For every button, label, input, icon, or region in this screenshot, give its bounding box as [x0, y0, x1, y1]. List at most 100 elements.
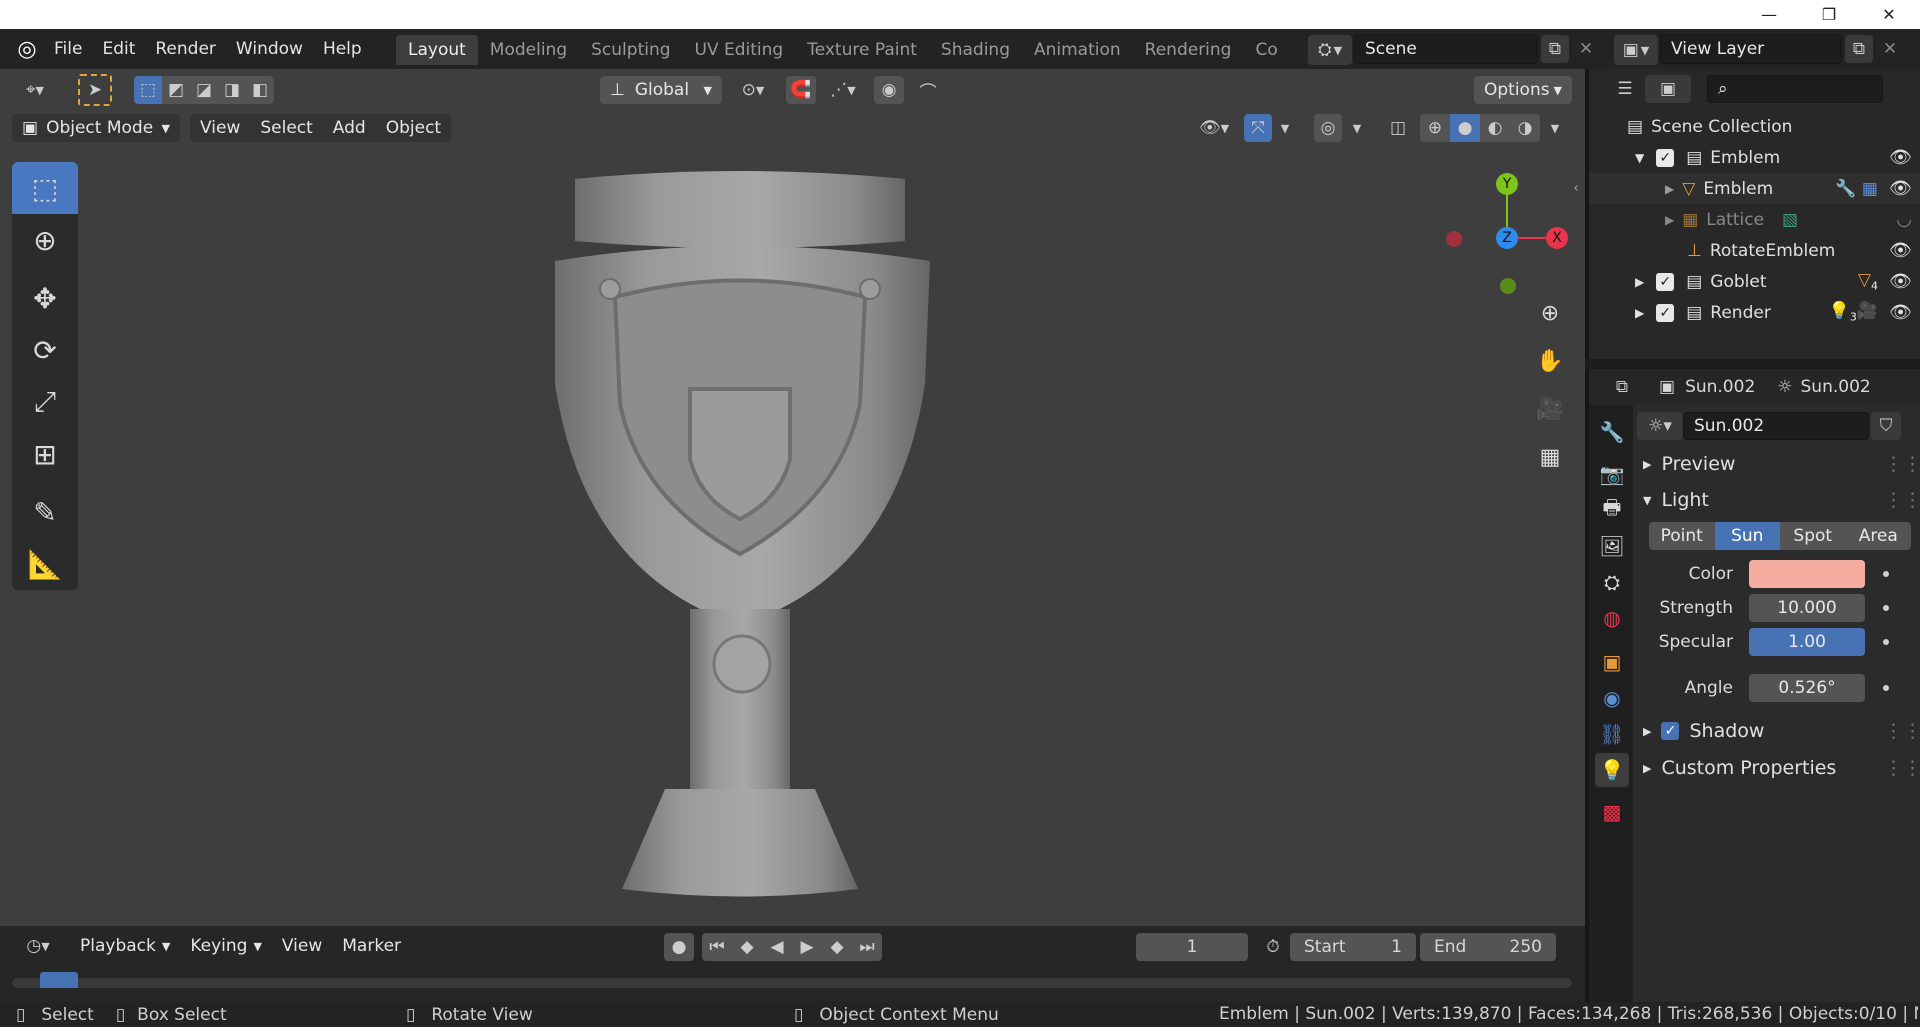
chevron-down-icon[interactable]: ▼ [1544, 114, 1566, 142]
light-name-field[interactable]: Sun.002 [1683, 412, 1869, 440]
scene-browse-button[interactable]: ⛭ ▼ [1308, 35, 1352, 65]
light-type-point[interactable]: Point [1649, 522, 1715, 550]
jump-start-icon[interactable]: ⏮ [702, 933, 732, 961]
gizmo-y-axis[interactable]: Y [1496, 173, 1518, 195]
view-layer-tab-icon[interactable]: 🖼 [1595, 529, 1629, 563]
angle-field[interactable]: 0.526° [1749, 674, 1865, 702]
tab-modeling[interactable]: Modeling [478, 35, 579, 65]
timeline-editor-type-button[interactable]: ◷ ▼ [16, 932, 60, 960]
rendered-shading-icon[interactable]: ◑ [1510, 114, 1540, 142]
eye-icon[interactable]: 👁 [1889, 302, 1912, 323]
perspective-grid-icon[interactable]: ▦ [1530, 437, 1570, 477]
keyframe-dot[interactable] [1883, 571, 1889, 577]
tab-shading[interactable]: Shading [929, 35, 1022, 65]
light-type-spot[interactable]: Spot [1780, 522, 1846, 550]
current-frame-field[interactable]: 1 [1136, 933, 1248, 961]
wireframe-shading-icon[interactable]: ⊕ [1420, 114, 1450, 142]
play-reverse-icon[interactable]: ◀ [762, 933, 792, 961]
drag-handle-icon[interactable]: ⋮⋮ [1884, 489, 1920, 511]
fake-user-icon[interactable]: ⛉ [1871, 412, 1901, 440]
specular-slider[interactable]: 1.00 [1749, 628, 1865, 656]
gizmo-neg-x-axis[interactable] [1446, 231, 1462, 247]
zoom-icon[interactable]: ⊕ [1530, 293, 1570, 333]
menu-add[interactable]: Add [323, 114, 376, 142]
3d-viewport[interactable]: ⌖ ▼ ➤ ⬚ ◩ ◪ ◨ ◧ ⊥ Global ▼ ⊙ ▼ 🧲 ⋰ ▼ ◉ ⌒ Opti… [0, 69, 1585, 926]
snap-target-button[interactable]: ⋰ ▼ [820, 76, 866, 104]
prev-keyframe-icon[interactable]: ◆ [732, 933, 762, 961]
drag-handle-icon[interactable]: ⋮⋮ [1884, 720, 1920, 742]
scene-tab-icon[interactable]: ⛭ [1595, 565, 1629, 599]
keyframe-dot[interactable] [1883, 605, 1889, 611]
tab-uv-editing[interactable]: UV Editing [683, 35, 796, 65]
menu-view[interactable]: View [190, 114, 250, 142]
delete-scene-icon[interactable]: ✕ [1572, 35, 1600, 63]
eye-icon[interactable]: 👁 [1889, 147, 1912, 168]
eye-icon[interactable]: 👁 [1889, 271, 1912, 292]
exclude-checkbox[interactable]: ✓ [1656, 272, 1675, 291]
blender-logo-icon[interactable]: ◎ [12, 34, 42, 64]
material-shading-icon[interactable]: ◐ [1480, 114, 1510, 142]
gizmo-neg-y-axis[interactable] [1500, 278, 1516, 294]
exclude-checkbox[interactable]: ✓ [1656, 303, 1675, 322]
tab-compositing[interactable]: Co [1243, 35, 1289, 65]
light-data-tab-icon[interactable]: 💡 [1595, 753, 1629, 787]
select-invert-icon[interactable]: ◨ [218, 76, 246, 104]
sidebar-toggle-icon[interactable]: ‹ [1567, 175, 1585, 201]
tab-animation[interactable]: Animation [1022, 35, 1133, 65]
menu-edit[interactable]: Edit [92, 34, 145, 64]
keyframe-dot[interactable] [1883, 639, 1889, 645]
scale-tool-icon[interactable]: ⤢ [12, 376, 78, 428]
tab-rendering[interactable]: Rendering [1133, 35, 1244, 65]
physics-tab-icon[interactable]: ◉ [1595, 681, 1629, 715]
jump-end-icon[interactable]: ⏭ [852, 933, 882, 961]
cursor-tool-icon[interactable]: ⊕ [12, 214, 78, 266]
select-intersect-icon[interactable]: ◧ [246, 76, 274, 104]
minimize-button[interactable]: — [1740, 0, 1798, 29]
shadow-panel-header[interactable]: ▶ ✓ Shadow ⋮⋮ [1637, 714, 1920, 748]
next-keyframe-icon[interactable]: ◆ [822, 933, 852, 961]
xray-toggle-icon[interactable]: ◫ [1384, 114, 1412, 142]
menu-help[interactable]: Help [313, 34, 372, 64]
pivot-point-button[interactable]: ⊙ ▼ [730, 76, 776, 104]
drag-handle-icon[interactable]: ⋮⋮ [1884, 453, 1920, 475]
light-panel-header[interactable]: ▼ Light ⋮⋮ [1637, 483, 1920, 517]
new-view-layer-icon[interactable]: ⧉ [1845, 35, 1873, 63]
gizmo-x-axis[interactable]: X [1546, 227, 1568, 249]
close-window-button[interactable]: ✕ [1860, 0, 1918, 29]
camera-view-icon[interactable]: 🎥 [1530, 389, 1570, 429]
start-frame-field[interactable]: Start 1 [1290, 933, 1416, 961]
properties-editor-type-icon[interactable]: ⧉ [1601, 373, 1643, 401]
marker-menu[interactable]: Marker [332, 932, 411, 960]
preview-panel-header[interactable]: ▶ Preview ⋮⋮ [1637, 447, 1920, 481]
keyframe-dot[interactable] [1883, 685, 1889, 691]
pan-hand-icon[interactable]: ✋ [1530, 341, 1570, 381]
color-swatch[interactable] [1749, 560, 1865, 588]
eye-icon[interactable]: 👁 [1889, 240, 1912, 261]
playback-menu[interactable]: Playback ▼ [70, 932, 180, 960]
select-new-icon[interactable]: ⬚ [134, 76, 162, 104]
chevron-down-icon[interactable]: ▼ [1274, 114, 1296, 142]
outliner-item-emblem-collection[interactable]: ▼ ✓ ▤ Emblem 👁 [1589, 142, 1920, 173]
tool-tab-icon[interactable]: 🔧 [1595, 415, 1629, 449]
view-layer-name-field[interactable]: View Layer [1660, 34, 1842, 64]
custom-properties-panel-header[interactable]: ▶ Custom Properties ⋮⋮ [1637, 751, 1920, 785]
timeline-scrollbar[interactable] [12, 978, 1572, 988]
light-type-sun[interactable]: Sun [1714, 522, 1780, 550]
menu-window[interactable]: Window [226, 34, 313, 64]
select-subtract-icon[interactable]: ◪ [190, 76, 218, 104]
keying-menu[interactable]: Keying ▼ [180, 932, 272, 960]
shadow-checkbox[interactable]: ✓ [1661, 722, 1680, 740]
navigation-gizmo[interactable]: Y Z X [1446, 165, 1586, 295]
chevron-down-icon[interactable]: ▼ [1346, 114, 1368, 142]
gizmo-toggle-icon[interactable]: ⤧ [1244, 114, 1272, 142]
select-extend-icon[interactable]: ◩ [162, 76, 190, 104]
snap-toggle-icon[interactable]: 🧲 [786, 76, 816, 104]
scene-collection-row[interactable]: ▤ Scene Collection [1589, 111, 1920, 142]
eye-icon[interactable]: 👁 [1889, 178, 1912, 199]
playhead[interactable] [40, 972, 78, 988]
gizmo-z-axis[interactable]: Z [1496, 227, 1518, 249]
output-tab-icon[interactable]: 🖶 [1595, 493, 1629, 527]
record-keyframes-icon[interactable]: ● [664, 933, 694, 961]
end-frame-field[interactable]: End 250 [1420, 933, 1556, 961]
outliner-item-render[interactable]: ▶ ✓ ▤ Render 💡3🎥 👁 [1589, 297, 1920, 328]
